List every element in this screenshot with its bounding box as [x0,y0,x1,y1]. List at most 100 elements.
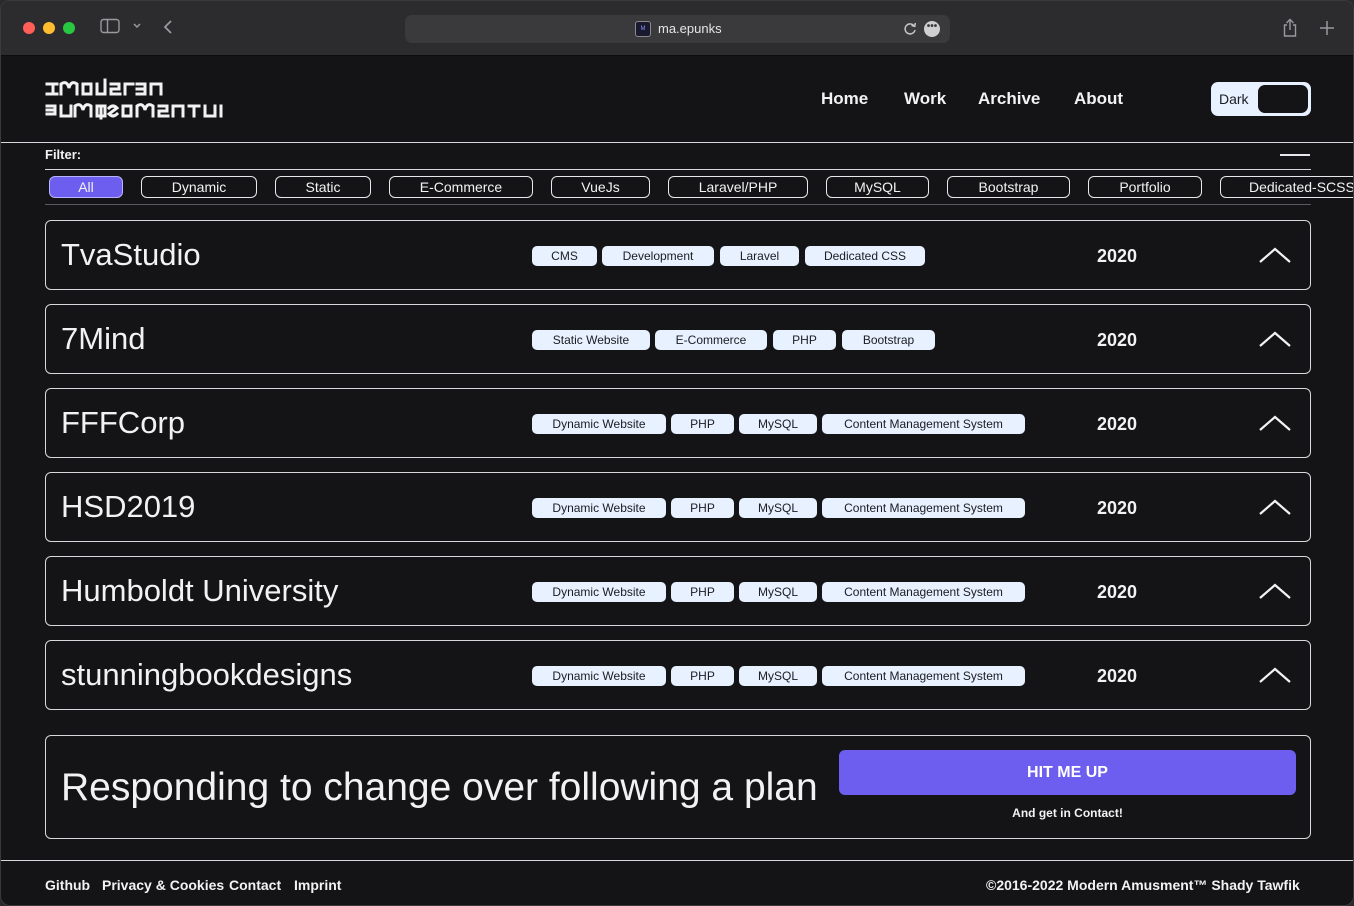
filter-chip-bootstrap[interactable]: Bootstrap [947,176,1070,198]
project-name: TvaStudio [61,237,201,272]
project-tag: Dynamic Website [532,582,666,602]
copyright-owner: Modern Amusment™ Shady Tawfik [1067,877,1300,893]
project-year: 2020 [1097,414,1138,434]
project-tag: Development [602,246,714,266]
filter-chip-mysql[interactable]: MySQL [826,176,929,198]
hit-me-up-button[interactable]: HIT ME UP [839,750,1296,795]
footer-link-contact[interactable]: Contact [229,877,281,893]
toggle-knob [1258,85,1308,113]
project-row[interactable]: stunningbookdesigns Dynamic Website PHP … [45,640,1311,710]
browser-toolbar: M ma.epunks ••• [1,1,1353,56]
nav-home[interactable]: Home [821,89,868,109]
project-tag: Content Management System [822,582,1025,602]
filter-chip-static[interactable]: Static [275,176,371,198]
filter-divider [45,169,1311,170]
site-favicon-icon: M [635,21,651,37]
chevron-up-icon[interactable] [1259,497,1291,517]
nav-about[interactable]: About [1074,89,1123,109]
close-window-button[interactable] [23,22,35,34]
project-name: stunningbookdesigns [61,657,353,692]
copyright-years: ©2016-2022 [986,877,1064,893]
project-tag: MySQL [739,498,817,518]
chevron-up-icon[interactable] [1259,665,1291,685]
project-tag: Dynamic Website [532,666,666,686]
project-year: 2020 [1097,582,1138,602]
url-text: ma.epunks [658,21,722,36]
project-tag: MySQL [739,414,817,434]
footer-divider [1,860,1353,861]
site-page: Home Work Archive About Dark Filter: All… [1,56,1353,905]
project-tag: Dynamic Website [532,414,666,434]
new-tab-icon[interactable] [1318,18,1336,38]
project-name: Humboldt University [61,573,339,608]
project-tag: PHP [671,582,734,602]
project-name: FFFCorp [61,405,185,440]
cta-subtext: And get in Contact! [1012,806,1123,820]
copyright-text: ©2016-2022 Modern Amusment™ Shady Tawfik [986,877,1300,893]
more-options-icon[interactable]: ••• [924,21,940,37]
dark-mode-label: Dark [1219,91,1249,107]
chevron-up-icon[interactable] [1259,413,1291,433]
project-row[interactable]: 7Mind Static Website E-Commerce PHP Boot… [45,304,1311,374]
footer-link-privacy[interactable]: Privacy & Cookies [102,877,224,893]
filter-chip-all[interactable]: All [49,176,123,198]
zoom-window-button[interactable] [63,22,75,34]
filter-chip-vuejs[interactable]: VueJs [551,176,650,198]
footer-link-github[interactable]: Github [45,877,90,893]
filter-divider-bottom [45,204,1311,205]
project-tag: Laravel [720,246,799,266]
project-tag: PHP [773,330,836,350]
filter-chip-portfolio[interactable]: Portfolio [1088,176,1202,198]
project-tag: Bootstrap [842,330,935,350]
minimize-window-button[interactable] [43,22,55,34]
nav-work[interactable]: Work [904,89,946,109]
project-tag: Content Management System [822,414,1025,434]
footer-link-imprint[interactable]: Imprint [294,877,341,893]
filter-label: Filter: [45,147,82,162]
filter-chip-ecommerce[interactable]: E-Commerce [389,176,533,198]
project-year: 2020 [1097,498,1138,518]
project-tag: PHP [671,498,734,518]
filter-collapse-icon[interactable] [1280,154,1310,156]
project-year: 2020 [1097,666,1138,686]
sidebar-toggle-icon[interactable] [100,18,122,38]
nav-archive[interactable]: Archive [978,89,1040,109]
back-icon[interactable] [162,18,176,38]
project-name: 7Mind [61,321,146,356]
project-tag: CMS [532,246,597,266]
chevron-up-icon[interactable] [1259,581,1291,601]
project-row[interactable]: Humboldt University Dynamic Website PHP … [45,556,1311,626]
filter-chip-row: All Dynamic Static E-Commerce VueJs Lara… [45,174,1353,200]
project-tag: PHP [671,414,734,434]
project-tag: Dynamic Website [532,498,666,518]
project-year: 2020 [1097,246,1138,266]
cta-heading: Responding to change over following a pl… [61,766,818,809]
project-tag: E-Commerce [655,330,767,350]
project-tag: MySQL [739,666,817,686]
project-name: HSD2019 [61,489,196,524]
share-icon[interactable] [1281,18,1299,38]
project-tag: Content Management System [822,666,1025,686]
project-year: 2020 [1097,330,1138,350]
chevron-up-icon[interactable] [1259,329,1291,349]
reload-icon[interactable] [902,20,918,38]
project-tag: PHP [671,666,734,686]
project-tag: Content Management System [822,498,1025,518]
project-row[interactable]: FFFCorp Dynamic Website PHP MySQL Conten… [45,388,1311,458]
dark-mode-toggle[interactable]: Dark [1211,82,1311,116]
browser-window: M ma.epunks ••• Home Work Archive About … [0,0,1354,906]
header-divider [1,142,1353,143]
project-row[interactable]: HSD2019 Dynamic Website PHP MySQL Conten… [45,472,1311,542]
project-tag: Dedicated CSS [805,246,925,266]
filter-chip-dynamic[interactable]: Dynamic [141,176,257,198]
chevron-up-icon[interactable] [1259,245,1291,265]
project-row[interactable]: TvaStudio CMS Development Laravel Dedica… [45,220,1311,290]
filter-chip-dedicated-scss[interactable]: Dedicated-SCSS [1220,176,1353,198]
contact-cta: Responding to change over following a pl… [45,735,1311,839]
filter-chip-laravel-php[interactable]: Laravel/PHP [668,176,808,198]
project-tag: MySQL [739,582,817,602]
address-bar[interactable]: M ma.epunks ••• [405,15,950,43]
site-logo[interactable] [45,78,227,122]
chevron-down-icon[interactable] [132,18,144,38]
project-tag: Static Website [532,330,650,350]
